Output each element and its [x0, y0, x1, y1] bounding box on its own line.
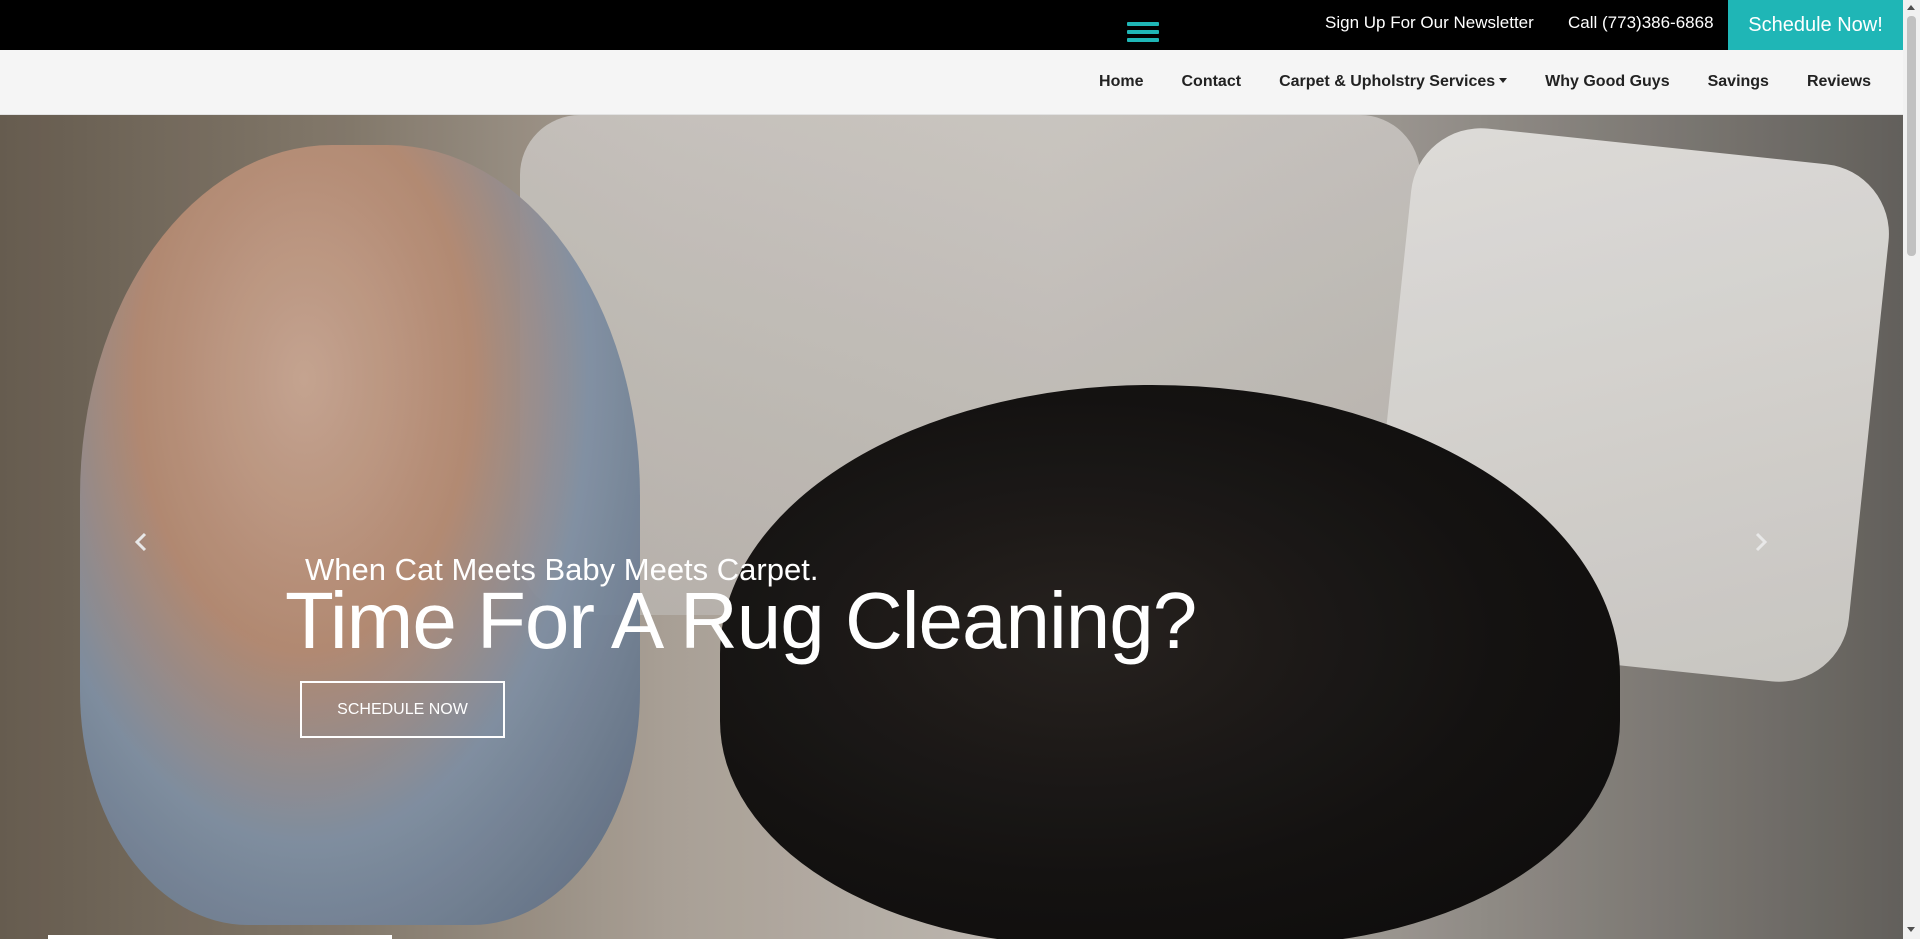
nav-item-contact[interactable]: Contact — [1182, 73, 1242, 91]
chevron-right-icon[interactable] — [1748, 530, 1772, 554]
nav-item-label: Home — [1099, 73, 1144, 90]
caret-down-icon — [1499, 78, 1508, 83]
newsletter-link[interactable]: Sign Up For Our Newsletter — [1325, 13, 1534, 33]
scrollbar-thumb[interactable] — [1907, 16, 1916, 256]
hamburger-menu-icon[interactable] — [1127, 22, 1159, 46]
nav-item-label: Carpet & Upholstry Services — [1279, 73, 1496, 90]
nav-item-services[interactable]: Carpet & Upholstry Services — [1279, 73, 1508, 91]
nav-item-savings[interactable]: Savings — [1708, 73, 1769, 91]
schedule-now-button[interactable]: Schedule Now! — [1728, 0, 1903, 50]
main-navigation: Home Contact Carpet & Upholstry Services… — [0, 50, 1903, 115]
top-bar: Sign Up For Our Newsletter Call (773)386… — [0, 0, 1903, 50]
page-scrollbar[interactable] — [1903, 0, 1920, 939]
chevron-left-icon[interactable] — [130, 530, 154, 554]
carousel-indicator[interactable] — [48, 935, 392, 939]
hero-overlay — [0, 115, 1903, 939]
nav-item-label: Reviews — [1806, 73, 1871, 90]
nav-item-home[interactable]: Home — [1099, 73, 1143, 91]
hero-schedule-button[interactable]: SCHEDULE NOW — [300, 681, 505, 738]
hero-carousel: When Cat Meets Baby Meets Carpet. Time F… — [0, 115, 1903, 939]
scroll-up-icon[interactable] — [1907, 5, 1915, 10]
nav-item-label: Why Good Guys — [1545, 73, 1670, 90]
nav-item-label: Contact — [1181, 73, 1242, 90]
hero-title: Time For A Rug Cleaning? — [285, 576, 1197, 665]
nav-item-reviews[interactable]: Reviews — [1807, 73, 1871, 91]
nav-item-label: Savings — [1707, 73, 1769, 90]
scroll-down-icon[interactable] — [1907, 927, 1915, 932]
nav-item-why-good-guys[interactable]: Why Good Guys — [1545, 73, 1669, 91]
phone-link[interactable]: Call (773)386-6868 — [1568, 13, 1714, 33]
